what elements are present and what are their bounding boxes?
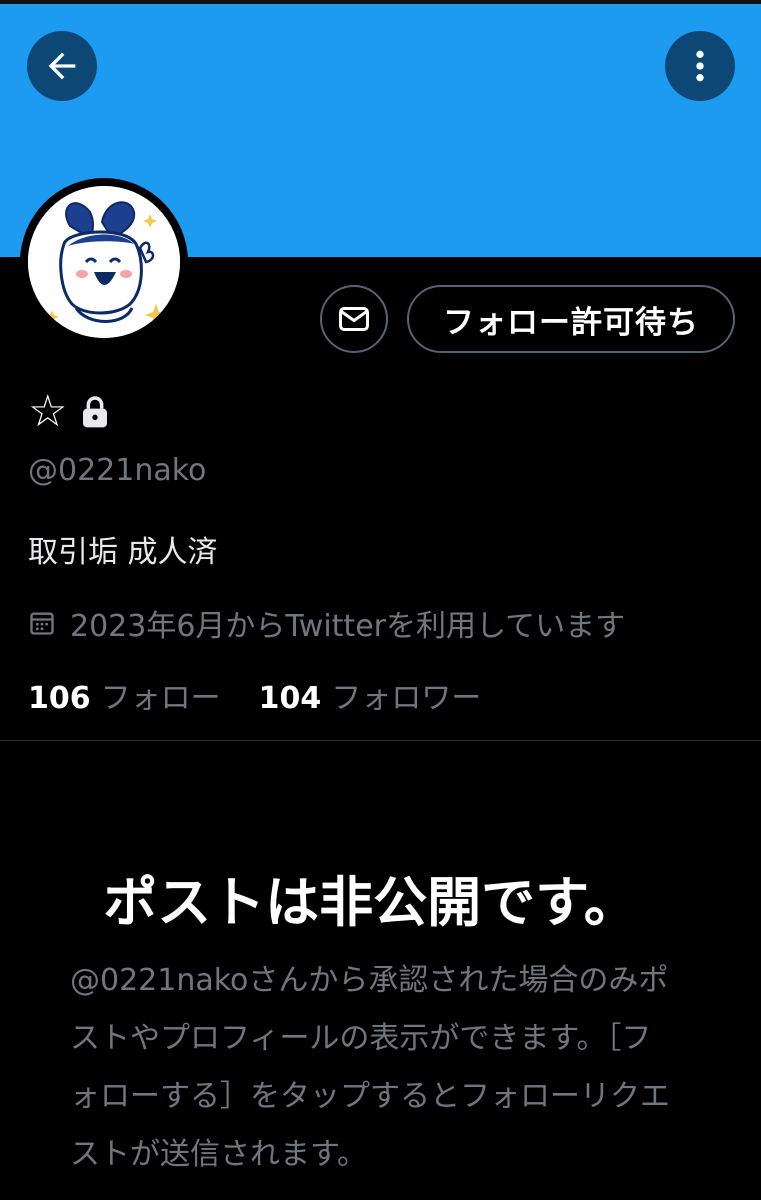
more-vertical-icon <box>696 50 704 82</box>
display-name: ☆ <box>28 386 68 437</box>
envelope-icon <box>339 307 369 331</box>
follow-stats: 106 フォロー 104 フォロワー <box>28 673 481 717</box>
followers-count: 104 <box>258 681 322 716</box>
joined-date-row: 2023年6月からTwitterを利用しています <box>28 601 625 645</box>
user-handle: @0221nako <box>28 453 207 488</box>
lock-icon <box>83 396 108 428</box>
private-posts-title: ポストは非公開です。 <box>103 871 638 934</box>
more-button[interactable] <box>665 31 735 101</box>
following-stat[interactable]: 106 フォロー <box>28 673 221 717</box>
joined-date-text: 2023年6月からTwitterを利用しています <box>70 609 626 644</box>
message-button[interactable] <box>320 285 388 353</box>
following-label: フォロー <box>100 681 221 716</box>
avatar-image <box>28 186 180 338</box>
calendar-icon <box>30 612 54 635</box>
followers-label: フォロワー <box>331 681 482 716</box>
back-button[interactable] <box>27 31 97 101</box>
bio: 取引垢 成人済 <box>28 535 218 570</box>
following-count: 106 <box>28 681 91 716</box>
followers-stat[interactable]: 104 フォロワー <box>259 673 482 717</box>
avatar[interactable] <box>20 178 188 346</box>
divider <box>0 740 761 741</box>
follow-pending-button[interactable]: フォロー許可待ち <box>407 285 735 353</box>
arrow-left-icon <box>48 52 76 80</box>
name-row: ☆ <box>28 390 111 434</box>
private-posts-description: @0221nakoさんから承認された場合のみポストやプロフィールの表示ができます… <box>70 963 670 1172</box>
